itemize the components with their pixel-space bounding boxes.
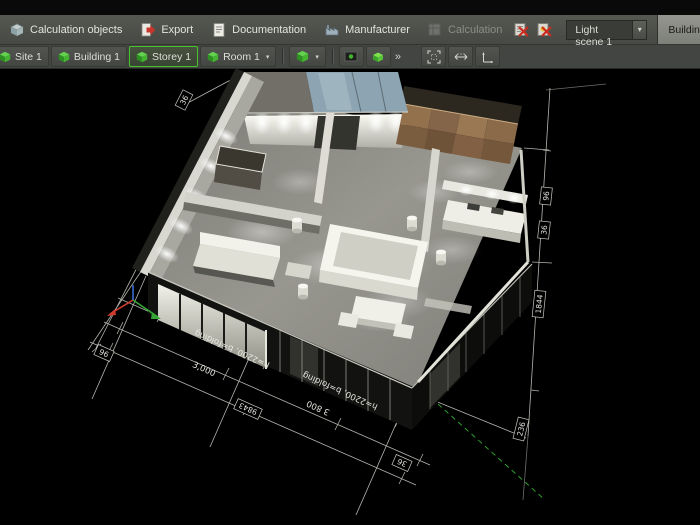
green-cube-icon — [0, 51, 11, 63]
fit-selection-button[interactable] — [421, 46, 446, 67]
context-toolbar: Site 1 Building 1 Storey 1 Room 1 ▾ ▾ » — [0, 45, 700, 69]
mode-panel-building-and-outdoor[interactable]: Building and outdoor — [657, 15, 700, 44]
dropdown-arrow-icon: ▾ — [266, 53, 270, 61]
window-top-strip — [0, 0, 700, 15]
ctx-button-room[interactable]: Room 1 ▾ — [200, 46, 276, 67]
calculation-button-disabled: Calculation — [419, 22, 510, 38]
svg-text:96: 96 — [541, 191, 551, 202]
ctx-button-building[interactable]: Building 1 — [51, 46, 127, 67]
export-icon — [140, 22, 156, 38]
render-mode-button[interactable] — [339, 46, 364, 67]
calculation-label: Calculation — [448, 24, 502, 36]
separator — [332, 49, 333, 64]
light-scene-select[interactable]: Light scene 1 ▾ — [566, 20, 647, 40]
svg-text:36: 36 — [539, 225, 549, 236]
calculation-icon — [427, 22, 443, 38]
toolbar-label: Documentation — [232, 24, 306, 36]
fit-selection-icon — [427, 50, 441, 64]
documentation-icon — [211, 22, 227, 38]
dimension-label: 1844 — [532, 290, 546, 317]
ctx-label: Building 1 — [74, 51, 120, 63]
coordinate-axes-icon — [481, 50, 495, 64]
coordinate-axes-button[interactable] — [475, 46, 500, 67]
measure-button[interactable] — [448, 46, 473, 67]
light-view-button[interactable] — [366, 46, 391, 67]
light-scene-invalid-icon[interactable] — [536, 21, 553, 38]
viewport-3d[interactable]: 36963,000h=2200, b=folding9843h=2200, b=… — [0, 69, 700, 525]
measure-icon — [454, 50, 468, 64]
ctx-label: Site 1 — [15, 51, 42, 63]
toolbar-button-export[interactable]: Export — [131, 15, 202, 44]
light-view-icon — [371, 50, 385, 64]
roof-slab — [236, 72, 408, 114]
calculation-objects-icon — [9, 22, 25, 38]
toolbar-button-manufacturer[interactable]: Manufacturer — [315, 15, 419, 44]
overflow-chevron[interactable]: » — [392, 51, 404, 63]
ctx-button-storey[interactable]: Storey 1 — [129, 46, 198, 67]
scene-svg: 36963,000h=2200, b=folding9843h=2200, b=… — [0, 69, 700, 525]
main-toolbar: Calculation objects Export Documentation… — [0, 15, 700, 45]
dimension-label: 96 — [540, 187, 553, 205]
dimension-label: 36 — [538, 221, 551, 239]
results-invalid-icon[interactable] — [513, 21, 530, 38]
view-cube-button[interactable]: ▾ — [289, 46, 326, 67]
ctx-label: Room 1 — [223, 51, 260, 63]
toolbar-button-documentation[interactable]: Documentation — [202, 15, 315, 44]
light-scene-dropdown-arrow[interactable]: ▾ — [632, 20, 647, 40]
green-cube-icon — [136, 51, 148, 63]
dropdown-arrow-icon: ▾ — [315, 53, 319, 61]
toolbar-button-calculation-objects[interactable]: Calculation objects — [0, 15, 131, 44]
render-mode-icon — [344, 50, 358, 64]
ctx-label: Storey 1 — [152, 51, 191, 63]
toolbar-label: Calculation objects — [30, 24, 122, 36]
toolbar-label: Manufacturer — [345, 24, 410, 36]
separator — [282, 49, 283, 64]
ctx-button-site[interactable]: Site 1 — [0, 46, 49, 67]
manufacturer-icon — [324, 22, 340, 38]
toolbar-label: Export — [161, 24, 193, 36]
mode-panel-label: Building and outdoor — [668, 24, 700, 36]
green-cube-icon — [296, 50, 309, 63]
green-cube-icon — [58, 51, 70, 63]
light-scene-value: Light scene 1 — [566, 20, 632, 40]
green-cube-icon — [207, 51, 219, 63]
